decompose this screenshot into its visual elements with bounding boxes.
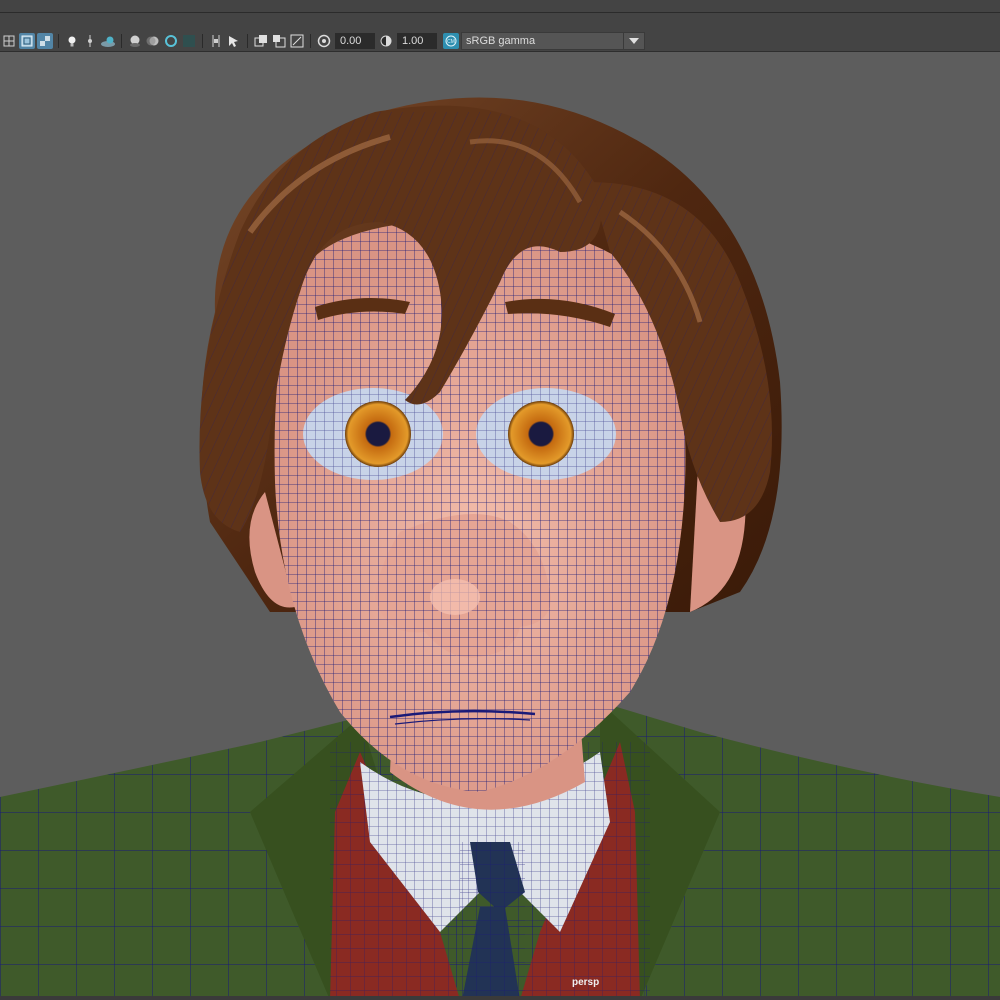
exposure-icon[interactable] (316, 33, 332, 49)
chevron-down-icon[interactable] (623, 33, 644, 49)
xray-icon[interactable] (19, 33, 35, 49)
toolbar-separator (202, 34, 203, 48)
view-transform-label: sRGB gamma (466, 35, 536, 47)
camera-label: persp (572, 977, 600, 988)
anti-aliasing-icon[interactable] (163, 33, 179, 49)
toolbar-separator (310, 34, 311, 48)
color-management-toggle[interactable]: CM (443, 33, 459, 49)
right-iris (508, 401, 574, 467)
ambient-occlusion-icon[interactable] (100, 33, 116, 49)
shadows-icon[interactable] (82, 33, 98, 49)
toolbar-separator (121, 34, 122, 48)
viewport-panel[interactable]: persp (0, 52, 1000, 1000)
toolbar-separator (58, 34, 59, 48)
motion-blur-icon[interactable] (145, 33, 161, 49)
lights-icon[interactable] (64, 33, 80, 49)
wireframe-on-shaded-icon[interactable] (1, 33, 17, 49)
exposure-field[interactable]: 0.00 (335, 33, 375, 49)
screen-space-ao-icon[interactable] (127, 33, 143, 49)
xray-joints-icon[interactable] (37, 33, 53, 49)
isolate-select-icon[interactable] (208, 33, 224, 49)
toolbar-separator (247, 34, 248, 48)
color-management-badge-text: CM (447, 39, 455, 45)
safe-action-icon[interactable] (289, 33, 305, 49)
menu-bar (0, 0, 1000, 12)
bottom-border (0, 996, 1000, 1000)
character-render (0, 97, 1000, 1000)
camera-gate-icon[interactable] (253, 33, 269, 49)
viewport-toolbar: 0.00 1.00 CM sRGB gamma (0, 31, 1000, 52)
left-iris (345, 401, 411, 467)
xray-active-icon[interactable] (226, 33, 242, 49)
view-transform-dropdown[interactable]: sRGB gamma (461, 32, 645, 50)
panel-header (0, 13, 1000, 31)
resolution-gate-icon[interactable] (271, 33, 287, 49)
gamma-icon[interactable] (378, 33, 394, 49)
gamma-field[interactable]: 1.00 (397, 33, 437, 49)
depth-of-field-icon[interactable] (181, 33, 197, 49)
